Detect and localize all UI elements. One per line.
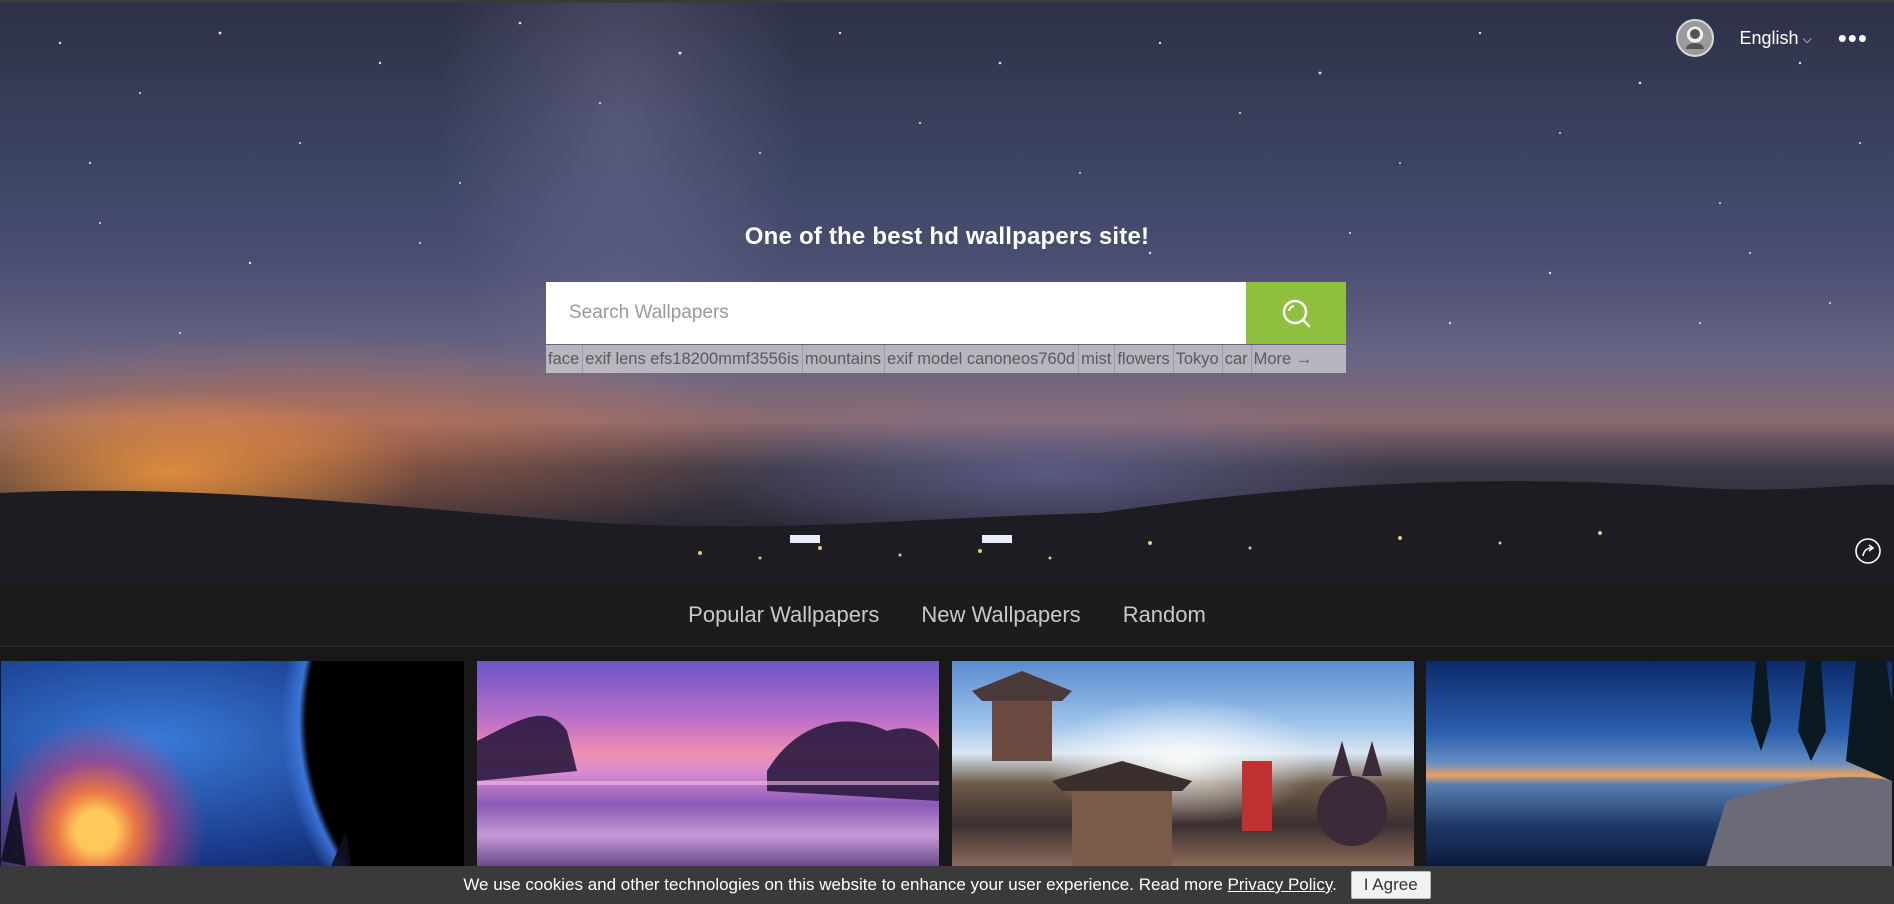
search-button[interactable]	[1246, 282, 1346, 344]
top-bar: English ⌵ •••	[1675, 19, 1868, 57]
wallpaper-thumb-space-nebula[interactable]	[1, 661, 464, 866]
hero-banner: English ⌵ ••• One of the best hd wallpap…	[0, 0, 1894, 583]
popular-tags: face exif lens efs18200mmf3556is mountai…	[546, 345, 1346, 373]
cookie-suffix: .	[1332, 875, 1337, 894]
more-tags-link[interactable]: More →	[1252, 345, 1316, 373]
privacy-policy-link[interactable]: Privacy Policy	[1228, 875, 1333, 894]
user-avatar-icon[interactable]	[1675, 19, 1714, 57]
tag-mist[interactable]: mist	[1079, 345, 1116, 373]
tag-exif-lens[interactable]: exif lens efs18200mmf3556is	[583, 345, 803, 373]
nav-new-wallpapers[interactable]: New Wallpapers	[921, 602, 1080, 628]
page-tagline: One of the best hd wallpapers site!	[744, 223, 1150, 250]
wallpaper-thumb-coastal-sunset[interactable]	[1426, 661, 1892, 866]
tag-exif-model[interactable]: exif model canoneos760d	[885, 345, 1080, 373]
tag-tokyo[interactable]: Tokyo	[1174, 345, 1223, 373]
cookie-message: We use cookies and other technologies on…	[463, 875, 1336, 895]
tag-flowers[interactable]: flowers	[1115, 345, 1174, 373]
nav-popular-wallpapers[interactable]: Popular Wallpapers	[688, 602, 879, 628]
tag-face[interactable]: face	[546, 345, 584, 373]
agree-button[interactable]: I Agree	[1350, 871, 1431, 899]
language-selector[interactable]: English ⌵	[1740, 28, 1812, 49]
nav-random[interactable]: Random	[1123, 602, 1206, 628]
chevron-down-icon: ⌵	[1802, 31, 1812, 46]
share-icon[interactable]	[1854, 537, 1882, 565]
mountain-silhouette	[0, 481, 1894, 583]
wallpaper-gallery	[0, 661, 1894, 866]
search-icon	[1282, 299, 1311, 328]
cookie-consent-bar: We use cookies and other technologies on…	[0, 866, 1894, 904]
main-nav: Popular Wallpapers New Wallpapers Random	[0, 583, 1894, 647]
search-input[interactable]	[546, 282, 1246, 344]
language-label: English	[1739, 27, 1799, 48]
cookie-text: We use cookies and other technologies on…	[463, 875, 1228, 894]
more-dots-icon[interactable]: •••	[1838, 25, 1868, 51]
tag-mountains[interactable]: mountains	[803, 345, 886, 373]
search-bar	[546, 282, 1346, 344]
wallpaper-thumb-purple-lake[interactable]	[477, 661, 939, 866]
tag-car[interactable]: car	[1223, 345, 1252, 373]
wallpaper-thumb-anime-town[interactable]	[952, 661, 1414, 866]
